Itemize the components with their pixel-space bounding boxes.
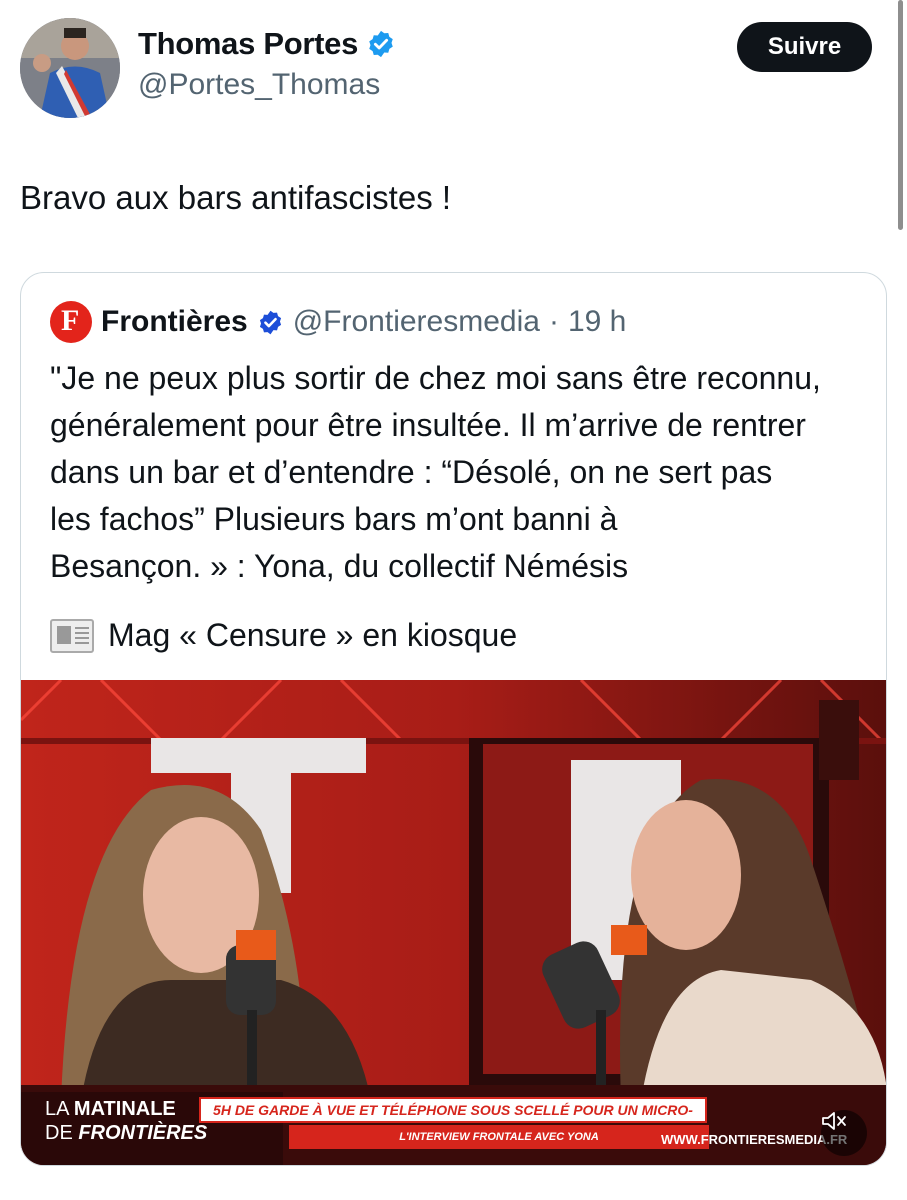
tweet-text: Bravo aux bars antifascistes !	[20, 179, 452, 216]
show-title-line1: LA MATINALE	[45, 1098, 176, 1120]
quoted-header: F Frontières @Frontieresmedia · 19 h	[50, 301, 626, 343]
avatar-photo	[20, 18, 120, 118]
follow-button[interactable]: Suivre	[737, 22, 872, 72]
website-caption: WWW.FRONTIERESMEDIA.FR	[661, 1132, 848, 1147]
logo-letter: F	[61, 304, 80, 337]
video-player[interactable]: LA MATINALE DE FRONTIÈRES 5H DE GARDE À …	[21, 680, 886, 1165]
mag-text: Mag « Censure » en kiosque	[108, 617, 518, 653]
quoted-tweet[interactable]: F Frontières @Frontieresmedia · 19 h "Je…	[20, 272, 887, 1166]
speaker-muted-icon	[822, 1112, 846, 1130]
quoted-author-name[interactable]: Frontières	[101, 305, 248, 339]
separator-dot: ·	[548, 305, 559, 338]
author-handle[interactable]: @Portes_Thomas	[138, 68, 396, 102]
headline-banner: 5H DE GARDE À VUE ET TÉLÉPHONE SOUS SCEL…	[199, 1097, 707, 1140]
verified-badge-icon	[369, 30, 393, 58]
author-name[interactable]: Thomas Portes	[138, 26, 358, 62]
scrollbar[interactable]	[898, 0, 903, 230]
newspaper-icon	[50, 618, 94, 653]
quoted-text: "Je ne peux plus sortir de chez moi sans…	[50, 360, 821, 584]
subheadline-banner: L'INTERVIEW FRONTALE AVEC YONA	[289, 1125, 709, 1149]
quoted-timestamp[interactable]: 19 h	[568, 305, 626, 339]
mute-button[interactable]	[821, 1110, 867, 1156]
quoted-author-handle[interactable]: @Frontieresmedia	[293, 305, 540, 339]
verified-badge-icon	[259, 310, 281, 334]
frontieres-logo[interactable]: F	[50, 301, 92, 343]
show-title-line2: DE FRONTIÈRES	[45, 1122, 208, 1144]
avatar[interactable]	[20, 18, 120, 118]
tweet-header: Thomas Portes @Portes_Thomas Suivre	[20, 18, 872, 118]
mag-line: Mag « Censure » en kiosque	[50, 617, 517, 654]
